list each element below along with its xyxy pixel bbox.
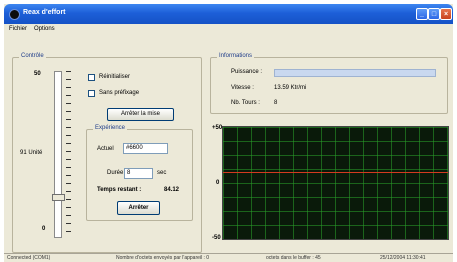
remaining-time-label: Temps restant :: [97, 187, 142, 193]
duree-input[interactable]: 8: [124, 168, 153, 179]
menu-options[interactable]: Options: [34, 26, 55, 32]
power-bar: [274, 69, 436, 77]
raw-checkbox[interactable]: [88, 90, 95, 97]
duree-label: Durée: [107, 170, 124, 176]
tours-value: 8: [274, 100, 278, 106]
title-bar[interactable]: Reax d'effort _ □ ×: [4, 4, 453, 24]
control-group-title: Contrôle: [19, 53, 46, 59]
status-connection: Connected (COM1): [7, 255, 51, 261]
status-timestamp: 25/12/2004 11:30:41: [380, 255, 426, 261]
scope-grid: [223, 127, 448, 239]
actuel-input[interactable]: #6600: [123, 143, 168, 154]
status-bar: Connected (COM1) Nombre d'octets envoyés…: [4, 253, 453, 262]
menu-bar: Fichier Options: [4, 24, 453, 35]
slider-max-label: 50: [34, 71, 41, 77]
vitesse-value: 13.59 Ktr/mi: [274, 85, 307, 91]
status-buffer: octets dans le buffer : 45: [266, 255, 321, 261]
scope-mid-label: 0: [216, 180, 220, 186]
remaining-time-value: 84.12: [164, 187, 180, 193]
force-slider-thumb[interactable]: [52, 194, 65, 201]
tours-label: Nb. Tours :: [231, 100, 260, 106]
scope-bottom-label: -50: [212, 235, 221, 241]
app-icon: [9, 9, 20, 20]
slider-mid-label: 91 Unité: [20, 150, 43, 156]
close-button[interactable]: ×: [440, 8, 452, 20]
info-group-title: Informations: [217, 53, 255, 59]
actuel-label: Actuel: [97, 146, 114, 152]
window-title: Reax d'effort: [23, 9, 66, 16]
raw-checkbox-label: Sans préfixage: [99, 90, 140, 96]
vitesse-label: Vitesse :: [231, 85, 254, 91]
menu-fichier[interactable]: Fichier: [9, 26, 27, 32]
slider-ticks: [66, 71, 71, 238]
force-slider-track[interactable]: [54, 71, 62, 238]
status-message: Nombre d'octets envoyés par l'appareil :…: [116, 255, 210, 261]
main-window: Reax d'effort _ □ × Fichier Options Cont…: [4, 4, 453, 262]
reset-checkbox[interactable]: [88, 74, 95, 81]
maximize-button[interactable]: □: [428, 8, 440, 20]
puissance-label: Puissance :: [231, 69, 263, 75]
oscilloscope-display: [222, 126, 449, 240]
minimize-button[interactable]: _: [416, 8, 428, 20]
duree-unit: sec: [157, 170, 167, 176]
reset-checkbox-label: Réinitialiser: [99, 74, 131, 80]
experience-group-title: Expérience: [93, 125, 128, 131]
scope-top-label: +50: [212, 125, 223, 131]
stop-sending-button[interactable]: Arrêter la mise: [107, 108, 174, 121]
stop-button[interactable]: Arrêter: [117, 201, 160, 215]
scope-trace: [223, 172, 448, 173]
slider-min-label: 0: [42, 226, 46, 232]
